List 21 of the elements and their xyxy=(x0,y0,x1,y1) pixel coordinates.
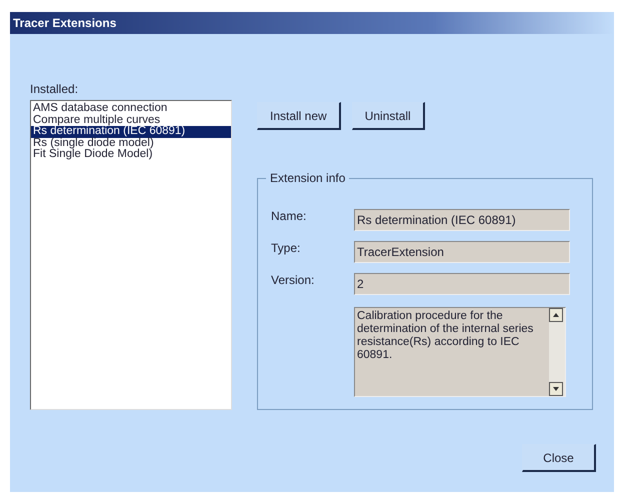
installed-label: Installed: xyxy=(30,82,80,96)
group-title: Extension info xyxy=(266,171,350,185)
field-label: Version: xyxy=(271,273,316,289)
description-text: Calibration procedure for the determination of the internal series resistance(Rs) according to IEC 60891. xyxy=(356,309,534,363)
description-field[interactable]: Calibration procedure for the determination of the internal series resistance(Rs) according to IEC 60891. xyxy=(354,307,566,397)
uninstall-button[interactable]: Uninstall xyxy=(352,102,425,130)
list-item[interactable]: Rs determination (IEC 60891) xyxy=(31,126,231,138)
list-item[interactable]: Fit Single Diode Model) xyxy=(31,149,231,160)
scroll-up-icon[interactable] xyxy=(549,308,563,322)
input-field[interactable]: Rs determination (IEC 60891) xyxy=(354,209,570,231)
scrollbar[interactable] xyxy=(549,308,565,396)
input-field[interactable]: TracerExtension xyxy=(354,241,570,263)
install-new-button[interactable]: Install new xyxy=(257,102,341,130)
close-button[interactable]: Close xyxy=(522,444,596,472)
input-field[interactable]: 2 xyxy=(354,273,570,295)
list-item[interactable]: AMS database connection xyxy=(31,103,231,114)
list-item[interactable]: Rs (single diode model) xyxy=(31,138,231,149)
field-label: Type: xyxy=(271,241,302,257)
scroll-down-icon[interactable] xyxy=(549,382,563,396)
field-label: Name: xyxy=(271,209,308,225)
list-item[interactable]: Compare multiple curves xyxy=(31,114,231,126)
